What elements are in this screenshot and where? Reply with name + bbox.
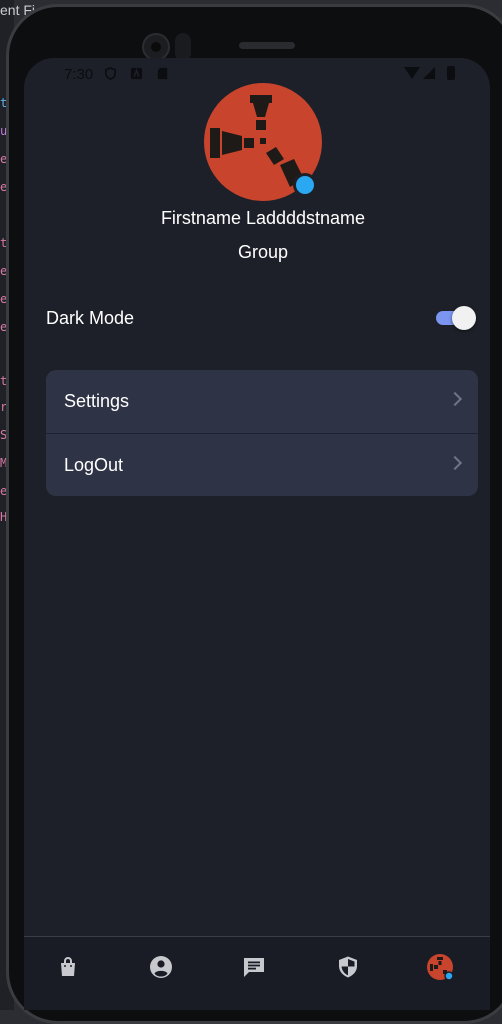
dark-mode-toggle[interactable] [436,306,476,330]
menu-item-settings[interactable]: Settings [46,370,478,433]
nav-item-chat[interactable] [232,945,276,989]
profile-avatar[interactable] [204,83,322,201]
wifi-icon [404,67,420,79]
font-icon [130,67,143,80]
chat-icon [244,958,264,977]
signal-icon [423,67,435,79]
camera-sensor [175,33,191,61]
status-time: 7:30 [64,66,94,83]
shield-icon [339,956,357,978]
dark-mode-label: Dark Mode [46,308,135,328]
earpiece-speaker [239,42,295,49]
dark-mode-row: Dark Mode [46,296,476,340]
profile-name: Firstname Laddddstname [160,208,366,228]
menu-item-label: LogOut [64,455,124,475]
account-circle-icon [150,956,172,978]
nav-item-profile[interactable] [418,945,462,989]
shopping-bag-icon [61,957,75,976]
nav-item-account[interactable] [139,945,183,989]
sdcard-icon [157,67,168,80]
battery-icon [447,66,455,80]
menu-card: Settings LogOut [46,370,478,496]
nav-item-shop[interactable] [46,945,90,989]
online-status-dot [293,173,317,197]
chevron-right-icon [447,391,463,407]
profile-avatar-icon [427,954,454,981]
app-screen: 7:30 Firstname Laddddstname Group Dark M… [24,58,490,1010]
nav-item-security[interactable] [326,945,370,989]
chevron-right-icon [447,455,463,471]
profile-group: Group [237,242,289,262]
bottom-navigation [24,936,490,1010]
front-camera [142,33,170,61]
toggle-thumb [452,306,476,330]
menu-item-label: Settings [64,391,130,411]
shield-icon [105,67,116,80]
menu-item-logout[interactable]: LogOut [46,433,478,496]
